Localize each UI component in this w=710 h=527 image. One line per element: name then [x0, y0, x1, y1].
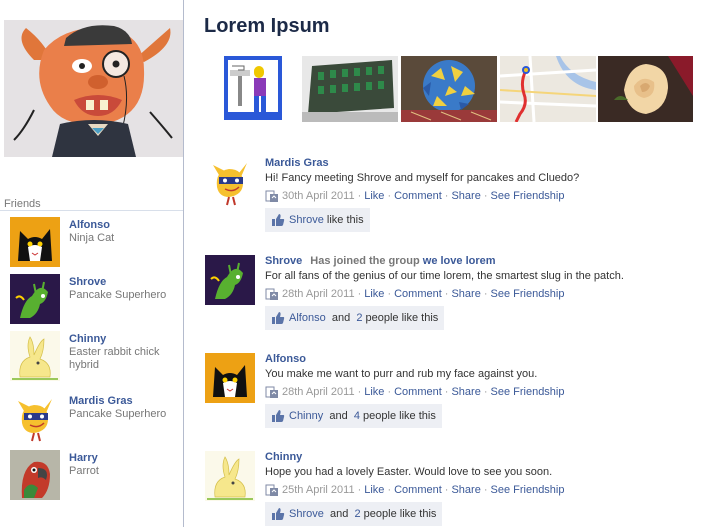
friend-description: Parrot: [69, 465, 99, 477]
friend-name[interactable]: Mardis Gras: [69, 395, 133, 407]
like-link[interactable]: Like: [364, 288, 384, 300]
comment-link[interactable]: Comment: [394, 288, 442, 300]
like-thumb-icon: [271, 213, 285, 227]
others-count[interactable]: 4: [354, 410, 360, 422]
likes-tail: people like this: [363, 410, 436, 422]
friends-divider: [0, 210, 183, 211]
post-type-icon: [265, 483, 279, 497]
likes-box: Shrove and 2 people like this: [265, 502, 443, 526]
post-type-icon: [265, 287, 279, 301]
friend-item-chinny[interactable]: Chinny Easter rabbit chick hybrid: [10, 331, 180, 383]
post-date[interactable]: 30th April 2011: [282, 190, 355, 202]
others-count[interactable]: 2: [354, 508, 360, 520]
likes-and: and: [329, 508, 349, 520]
friend-description: Pancake Superhero: [69, 289, 167, 301]
friend-description: Easter rabbit chick hybrid: [69, 346, 160, 371]
post-meta: 25th April 2011 · Like · Comment · Share · See F…: [265, 482, 565, 498]
post-date[interactable]: 25th April 2011: [282, 484, 355, 496]
like-link[interactable]: Like: [364, 190, 384, 202]
friend-item-alfonso[interactable]: Alfonso Ninja Cat: [10, 217, 180, 269]
post-text: Hope you had a lovely Easter. Would love…: [265, 466, 553, 478]
profile-picture[interactable]: [4, 20, 183, 157]
likes-box: Chinny and 4 people like this: [265, 404, 442, 428]
liker-name[interactable]: Chinny: [289, 410, 323, 422]
page-title: Lorem Ipsum: [204, 15, 330, 37]
friend-name[interactable]: Harry: [69, 452, 98, 464]
avatar[interactable]: [10, 331, 60, 381]
friend-description: Pancake Superhero: [69, 408, 167, 420]
see-friendship-link[interactable]: See Friendship: [491, 484, 565, 496]
left-column: Friends Alfonso Ninja Cat Shrove Pancake…: [0, 0, 184, 527]
post-action: Has joined the group: [310, 255, 420, 267]
share-link[interactable]: Share: [451, 484, 480, 496]
post-type-icon: [265, 189, 279, 203]
see-friendship-link[interactable]: See Friendship: [491, 288, 565, 300]
post-date[interactable]: 28th April 2011: [282, 386, 355, 398]
avatar[interactable]: [10, 274, 60, 324]
post-author[interactable]: Shrove Has joined the group we love lorem: [265, 255, 496, 267]
post-meta: 28th April 2011 · Like · Comment · Share · See F…: [265, 384, 565, 400]
post-text: Hi! Fancy meeting Shrove and myself for …: [265, 172, 580, 184]
like-thumb-icon: [271, 311, 285, 325]
avatar[interactable]: [10, 393, 60, 443]
see-friendship-link[interactable]: See Friendship: [491, 386, 565, 398]
likes-tail: like this: [326, 214, 364, 226]
photo-building[interactable]: [302, 56, 398, 122]
friend-item-mardis-gras[interactable]: Mardis Gras Pancake Superhero: [10, 393, 180, 445]
post-type-icon: [265, 385, 279, 399]
post-author[interactable]: Alfonso: [265, 353, 306, 365]
avatar[interactable]: [10, 217, 60, 267]
avatar[interactable]: [205, 255, 255, 305]
friend-name[interactable]: Alfonso: [69, 219, 110, 231]
group-link[interactable]: we love lorem: [423, 255, 496, 267]
likes-tail: people like this: [363, 508, 437, 520]
avatar[interactable]: [10, 450, 60, 500]
likes-tail: people like this: [365, 312, 439, 324]
photo-washbasin[interactable]: [224, 56, 282, 120]
post-text: For all fans of the genius of our time l…: [265, 270, 624, 282]
likes-and: and: [329, 410, 348, 422]
avatar[interactable]: [205, 451, 255, 501]
friend-item-shrove[interactable]: Shrove Pancake Superhero: [10, 274, 180, 326]
others-count[interactable]: 2: [356, 312, 362, 324]
likes-box: Shrove like this: [265, 208, 370, 232]
avatar[interactable]: [205, 353, 255, 403]
likes-box: Alfonso and 2 people like this: [265, 306, 445, 330]
likes-and: and: [331, 312, 351, 324]
like-link[interactable]: Like: [364, 386, 384, 398]
post-author[interactable]: Mardis Gras: [265, 157, 329, 169]
liker-name[interactable]: Shrove: [289, 214, 324, 226]
share-link[interactable]: Share: [451, 386, 480, 398]
post-meta: 28th April 2011 · Like · Comment · Share · See F…: [265, 286, 565, 302]
liker-name[interactable]: Alfonso: [289, 312, 326, 324]
post-meta: 30th April 2011 · Like · Comment · Share · See F…: [265, 188, 565, 204]
share-link[interactable]: Share: [451, 288, 480, 300]
photo-rose[interactable]: [598, 56, 693, 122]
avatar[interactable]: [205, 157, 255, 207]
comment-link[interactable]: Comment: [394, 386, 442, 398]
liker-name[interactable]: Shrove: [289, 508, 324, 520]
comment-link[interactable]: Comment: [394, 484, 442, 496]
share-link[interactable]: Share: [451, 190, 480, 202]
friends-heading: Friends: [4, 198, 41, 210]
see-friendship-link[interactable]: See Friendship: [491, 190, 565, 202]
post-date[interactable]: 28th April 2011: [282, 288, 355, 300]
like-thumb-icon: [271, 507, 285, 521]
like-link[interactable]: Like: [364, 484, 384, 496]
friend-name[interactable]: Shrove: [69, 276, 106, 288]
post-author[interactable]: Chinny: [265, 451, 302, 463]
photo-map[interactable]: [500, 56, 596, 122]
like-thumb-icon: [271, 409, 285, 423]
post-text: You make me want to purr and rub my face…: [265, 368, 538, 380]
friend-item-harry[interactable]: Harry Parrot: [10, 450, 180, 502]
photo-origami[interactable]: [401, 56, 497, 122]
friend-description: Ninja Cat: [69, 232, 115, 244]
friend-name[interactable]: Chinny: [69, 333, 106, 345]
comment-link[interactable]: Comment: [394, 190, 442, 202]
